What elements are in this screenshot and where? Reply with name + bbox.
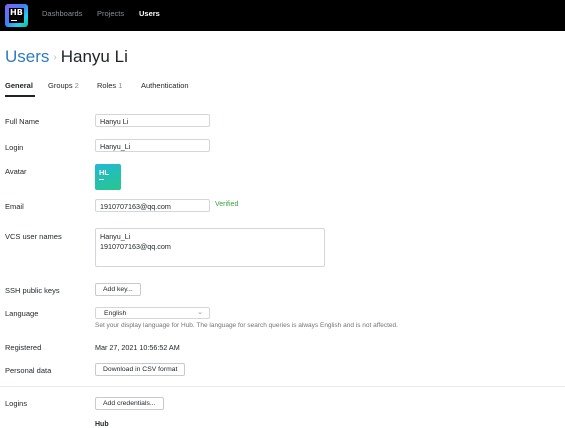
registered-date: Mar 27, 2021 10:56:52 AM bbox=[95, 343, 180, 352]
email-verified-status: Verified bbox=[215, 201, 239, 208]
registered-label: Registered bbox=[5, 343, 42, 352]
vcs-user-names-field[interactable]: Hanyu_Li 1910707163@qq.com bbox=[95, 228, 325, 267]
personal-data-label: Personal data bbox=[5, 366, 52, 375]
nav-users[interactable]: Users bbox=[139, 9, 160, 18]
vcs-name-line: 1910707163@qq.com bbox=[100, 242, 171, 251]
login-field[interactable]: Hanyu_Li bbox=[95, 139, 210, 152]
logins-label: Logins bbox=[5, 399, 28, 408]
groups-count-badge: 2 bbox=[74, 81, 79, 90]
avatar-initials: HL bbox=[99, 168, 109, 177]
language-label: Language bbox=[5, 309, 39, 318]
logo-text: HB bbox=[10, 8, 23, 17]
tab-groups[interactable]: Groups 2 bbox=[48, 81, 79, 90]
login-label: Login bbox=[5, 143, 24, 152]
download-csv-button[interactable]: Download in CSV format bbox=[95, 363, 186, 376]
full-name-field[interactable]: Hanyu Li bbox=[95, 114, 210, 127]
full-name-label: Full Name bbox=[5, 117, 40, 126]
logo-mark: HB bbox=[9, 8, 24, 23]
tab-roles[interactable]: Roles 1 bbox=[97, 81, 122, 90]
breadcrumb-separator: › bbox=[53, 52, 57, 63]
vcs-name-line: Hanyu_Li bbox=[100, 232, 131, 241]
chevron-down-icon: ⌄ bbox=[197, 309, 203, 316]
ssh-keys-label: SSH public keys bbox=[5, 286, 60, 295]
language-select[interactable]: English ⌄ bbox=[95, 307, 210, 319]
language-hint: Set your display language for Hub. The l… bbox=[95, 322, 398, 329]
breadcrumb-current-user: Hanyu Li bbox=[60, 47, 128, 66]
email-label: Email bbox=[5, 202, 24, 211]
email-field[interactable]: 1910707163@qq.com bbox=[95, 199, 210, 212]
vcs-user-names-label: VCS user names bbox=[5, 232, 62, 241]
tab-general[interactable]: General bbox=[5, 81, 33, 90]
nav-projects[interactable]: Projects bbox=[97, 9, 124, 18]
avatar-label: Avatar bbox=[5, 167, 27, 176]
active-tab-indicator bbox=[5, 95, 35, 97]
add-credentials-button[interactable]: Add credentials... bbox=[95, 397, 164, 410]
add-key-button[interactable]: Add key... bbox=[95, 283, 141, 296]
section-divider bbox=[0, 386, 565, 387]
logins-hub-section-title: Hub bbox=[95, 421, 109, 428]
breadcrumb-users-link[interactable]: Users bbox=[5, 47, 49, 66]
avatar[interactable]: HL bbox=[95, 164, 121, 190]
language-selected-value: English bbox=[104, 310, 127, 317]
hub-logo[interactable]: HB bbox=[5, 4, 28, 27]
nav-dashboards[interactable]: Dashboards bbox=[42, 9, 82, 18]
page-title: Users › Hanyu Li bbox=[5, 47, 128, 67]
top-navigation-bar: HB Dashboards Projects Users bbox=[0, 0, 565, 31]
tab-authentication[interactable]: Authentication bbox=[141, 81, 189, 90]
roles-count-badge: 1 bbox=[118, 81, 123, 90]
